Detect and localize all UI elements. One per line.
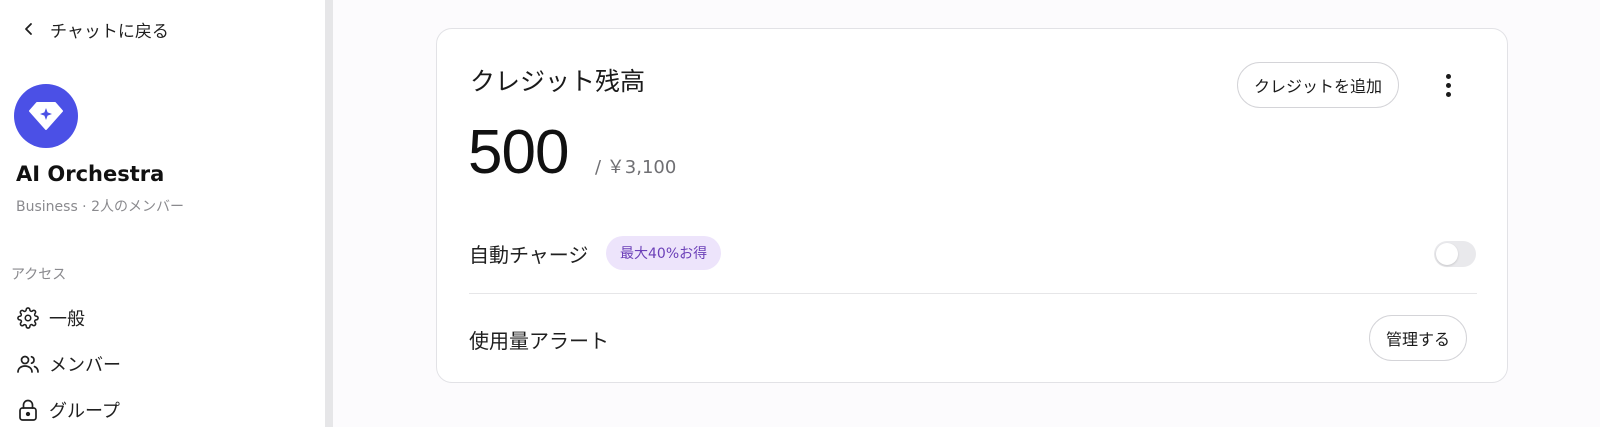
credit-balance-value: 500	[468, 118, 569, 187]
lock-icon	[16, 398, 40, 422]
section-label-access: アクセス	[11, 267, 67, 283]
sidebar-item-general[interactable]: 一般	[16, 304, 85, 332]
org-name: AI Orchestra	[16, 162, 165, 186]
org-plan-line: Business · 2人のメンバー	[16, 199, 184, 215]
auto-charge-toggle[interactable]	[1434, 241, 1476, 267]
sidebar-item-label: グループ	[49, 401, 120, 422]
diamond-sparkle-icon	[29, 102, 63, 130]
sidebar-item-label: メンバー	[49, 355, 121, 376]
auto-charge-label: 自動チャージ	[469, 243, 589, 267]
gear-icon	[16, 306, 40, 330]
back-to-chat-link[interactable]: チャットに戻る	[18, 16, 169, 42]
sidebar-resize-handle[interactable]	[325, 0, 333, 427]
credit-balance-price: / ￥3,100	[595, 157, 677, 178]
toggle-knob	[1436, 243, 1458, 265]
chevron-left-icon	[18, 18, 40, 40]
back-to-chat-label: チャットに戻る	[50, 21, 169, 42]
more-options-icon[interactable]	[1435, 69, 1461, 101]
sidebar: チャットに戻る AI Orchestra Business · 2人のメンバー …	[0, 0, 325, 427]
sidebar-item-groups[interactable]: グループ	[16, 396, 120, 424]
sidebar-item-members[interactable]: メンバー	[16, 350, 121, 378]
manage-alert-button[interactable]: 管理する	[1369, 315, 1468, 361]
divider	[469, 293, 1477, 294]
usage-alert-label: 使用量アラート	[469, 329, 609, 353]
add-credit-button[interactable]: クレジットを追加	[1237, 62, 1400, 108]
sidebar-item-label: 一般	[49, 309, 85, 330]
card-title: クレジット残高	[470, 67, 646, 96]
discount-badge: 最大40%お得	[606, 236, 722, 270]
settings-page: チャットに戻る AI Orchestra Business · 2人のメンバー …	[0, 0, 1600, 427]
users-icon	[16, 352, 40, 376]
credit-balance-card: クレジット残高 クレジットを追加 500 / ￥3,100 自動チャージ 最大4…	[436, 28, 1508, 383]
org-logo	[14, 84, 78, 148]
